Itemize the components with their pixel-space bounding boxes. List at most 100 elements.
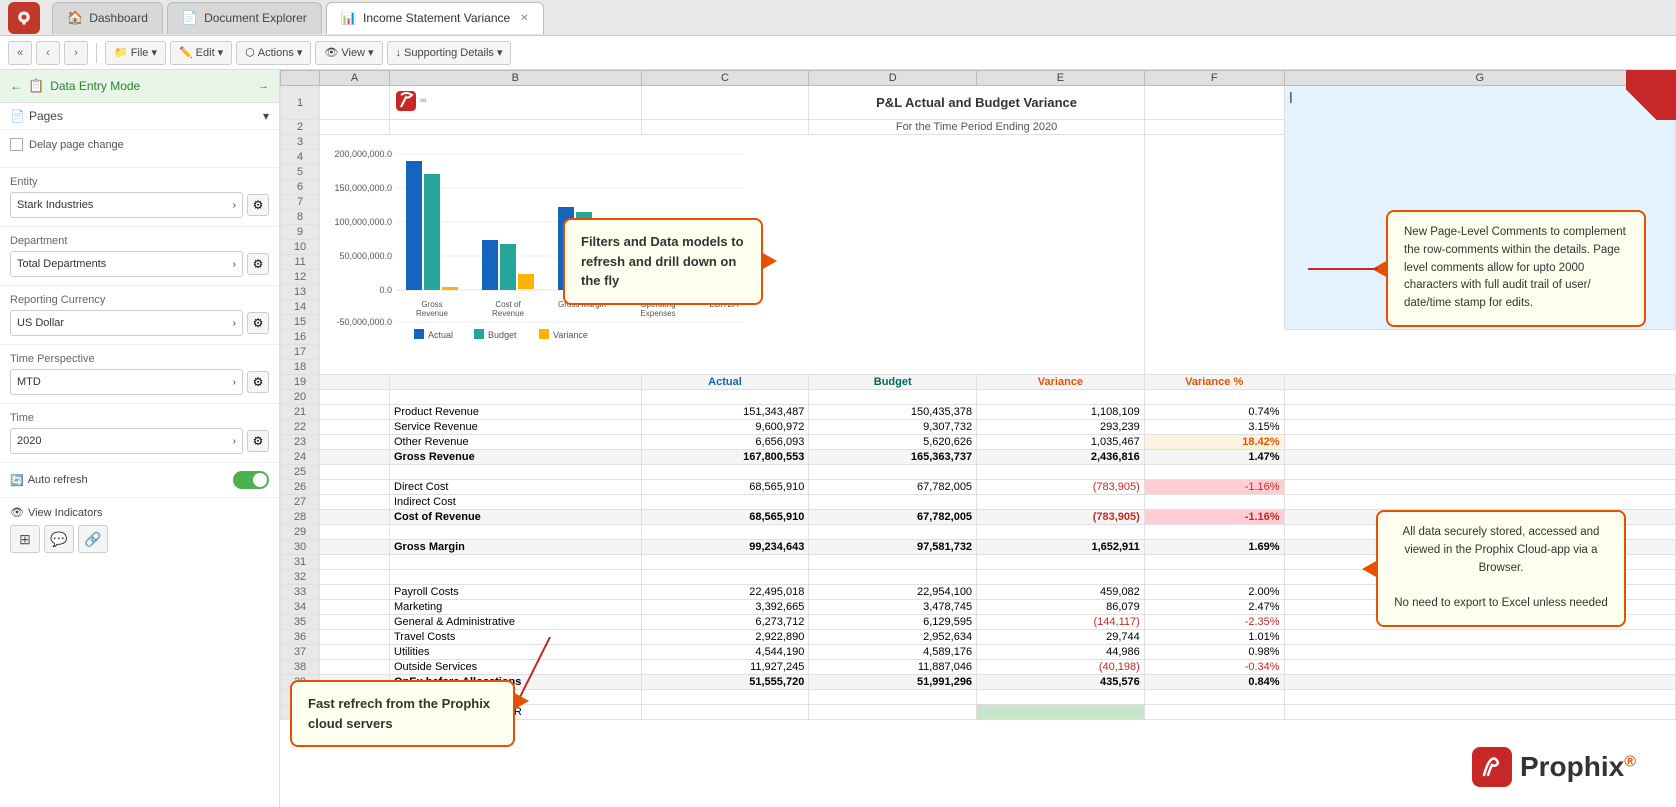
tp-chevron-icon: › (233, 377, 236, 388)
file-label: File (131, 47, 149, 59)
view-indicator-buttons: ⊞ 💬 🔗 (10, 525, 269, 553)
department-select[interactable]: Total Departments › (10, 251, 243, 277)
cell-1b: ∞ (390, 86, 642, 120)
edit-label: Edit (196, 47, 215, 59)
col-e-header: E (977, 71, 1145, 86)
time-chevron-icon: › (233, 436, 236, 447)
supporting-chevron-icon: ▾ (497, 46, 503, 59)
nav-forward-button[interactable]: › (64, 41, 88, 65)
delay-row: Delay page change (10, 138, 269, 151)
svg-text:Revenue: Revenue (416, 309, 449, 318)
actions-menu-button[interactable]: ⬡ Actions ▾ (236, 41, 311, 65)
view-table-button[interactable]: ⊞ (10, 525, 40, 553)
main-layout: ← 📋 Data Entry Mode → 📄 Pages ▾ Delay pa… (0, 70, 1676, 807)
view-indicators-section: 👁 View Indicators ⊞ 💬 🔗 (0, 498, 279, 561)
table-row: 1 ∞ P&L Actual and Budget Variance (281, 86, 1676, 120)
view-link-button[interactable]: 🔗 (78, 525, 108, 553)
col-d-header: D (809, 71, 977, 86)
table-row: 24 Gross Revenue 167,800,553 165,363,737… (281, 450, 1676, 465)
time-select[interactable]: 2020 › (10, 428, 243, 454)
page-comments-text: New Page-Level Comments to complement th… (1404, 224, 1628, 313)
entity-filter-row: Stark Industries › ⚙ (10, 192, 269, 218)
toggle-knob (253, 473, 267, 487)
view-indicators-text: View Indicators (28, 507, 102, 519)
col-b-header: B (390, 71, 642, 86)
prophix-text: Prophix (1520, 751, 1624, 782)
nav-back-back-button[interactable]: « (8, 41, 32, 65)
auto-refresh-text: Auto refresh (28, 474, 88, 486)
sidebar-expand-icon[interactable]: → (258, 80, 269, 92)
tab-close-icon[interactable]: ✕ (520, 13, 528, 24)
row-num-3: 3 (281, 135, 320, 150)
view-menu-button[interactable]: 👁 View ▾ (315, 41, 382, 65)
svg-text:Revenue: Revenue (492, 309, 525, 318)
svg-text:-50,000,000.0: -50,000,000.0 (337, 317, 393, 327)
entity-gear-button[interactable]: ⚙ (247, 194, 269, 216)
cell-1d: P&L Actual and Budget Variance (809, 86, 1144, 120)
view-comment-button[interactable]: 💬 (44, 525, 74, 553)
red-corner-decoration (1626, 70, 1676, 120)
time-perspective-gear-button[interactable]: ⚙ (247, 371, 269, 393)
back-arrow-icon[interactable]: ← (10, 79, 22, 93)
department-label: Department (10, 235, 269, 247)
time-value: 2020 (17, 435, 41, 447)
edit-icon: ✏️ (179, 46, 193, 59)
table-row: 22 Service Revenue 9,600,972 9,307,732 2… (281, 420, 1676, 435)
pages-chevron-icon: ▾ (263, 109, 269, 123)
edit-chevron-icon: ▾ (218, 46, 224, 59)
pages-label[interactable]: 📄 Pages ▾ (10, 109, 269, 123)
cell-2a (320, 120, 390, 135)
entity-label: Entity (10, 176, 269, 188)
toolbar-sep-1 (96, 43, 97, 63)
svg-text:Actual: Actual (428, 330, 453, 340)
time-label: Time (10, 412, 269, 424)
department-gear-button[interactable]: ⚙ (247, 253, 269, 275)
svg-text:Expenses: Expenses (641, 309, 676, 318)
table-row: 20 (281, 390, 1676, 405)
svg-text:200,000,000.0: 200,000,000.0 (335, 149, 393, 159)
time-gear-button[interactable]: ⚙ (247, 430, 269, 452)
fast-refresh-callout: Fast refrech from the Prophix cloud serv… (290, 680, 515, 747)
supporting-details-button[interactable]: ↓ Supporting Details ▾ (387, 41, 512, 65)
tab-document-explorer[interactable]: 📄 Document Explorer (167, 2, 322, 34)
table-row: 25 (281, 465, 1676, 480)
table-row: 21 Product Revenue 151,343,487 150,435,3… (281, 405, 1676, 420)
view-chevron-icon: ▾ (368, 46, 374, 59)
col-c-header: C (641, 71, 809, 86)
delay-label: Delay page change (29, 139, 124, 151)
pages-section: 📄 Pages ▾ (0, 103, 279, 130)
reporting-currency-gear-button[interactable]: ⚙ (247, 312, 269, 334)
prophix-logo-text: Prophix® (1520, 751, 1636, 783)
fast-refresh-text: Fast refrech from the Prophix cloud serv… (308, 694, 497, 733)
time-perspective-select[interactable]: MTD › (10, 369, 243, 395)
content-area: A B C D E F G 1 (280, 70, 1676, 807)
auto-refresh-toggle[interactable] (233, 471, 269, 489)
delay-checkbox[interactable] (10, 138, 23, 151)
filters-callout-text: Filters and Data models to refresh and d… (581, 232, 745, 291)
tab-income-statement[interactable]: 📊 Income Statement Variance ✕ (326, 2, 544, 34)
department-chevron-icon: › (233, 259, 236, 270)
reporting-currency-filter-group: Reporting Currency US Dollar › ⚙ (0, 286, 279, 345)
svg-text:Budget: Budget (488, 330, 517, 340)
rc-chevron-icon: › (233, 318, 236, 329)
refresh-icon: 🔄 (10, 474, 24, 487)
svg-text:150,000,000.0: 150,000,000.0 (335, 183, 393, 193)
data-entry-icon: 📋 (28, 78, 44, 94)
svg-text:∞: ∞ (420, 95, 426, 105)
time-perspective-filter-row: MTD › ⚙ (10, 369, 269, 395)
actions-label: Actions (258, 47, 294, 59)
edit-menu-button[interactable]: ✏️ Edit ▾ (170, 41, 232, 65)
svg-text:0.0: 0.0 (380, 285, 393, 295)
tab-dashboard[interactable]: 🏠 Dashboard (52, 2, 163, 34)
pages-text: Pages (29, 109, 63, 123)
actions-icon: ⬡ (245, 46, 255, 59)
view-indicators-label: 👁 View Indicators (10, 506, 269, 519)
cursor-indicator: I (1289, 90, 1671, 108)
delay-page-group: Delay page change (0, 130, 279, 168)
nav-back-button[interactable]: ‹ (36, 41, 60, 65)
sidebar-header: ← 📋 Data Entry Mode → (0, 70, 279, 103)
entity-select[interactable]: Stark Industries › (10, 192, 243, 218)
file-menu-button[interactable]: 📁 File ▾ (105, 41, 166, 65)
table-row: 23 Other Revenue 6,656,093 5,620,626 1,0… (281, 435, 1676, 450)
reporting-currency-select[interactable]: US Dollar › (10, 310, 243, 336)
